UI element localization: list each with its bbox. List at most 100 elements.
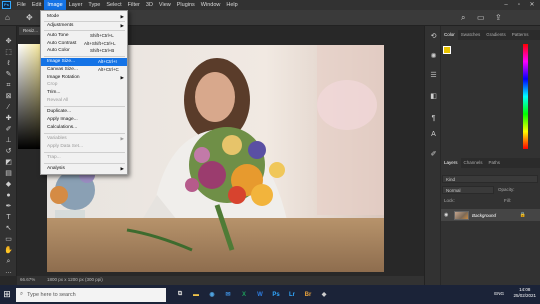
menu-image[interactable]: Image xyxy=(44,0,66,10)
blend-mode-select[interactable]: Normal xyxy=(442,186,494,194)
bridge-taskbar-icon[interactable]: Br xyxy=(300,285,316,304)
mail-icon[interactable]: ✉ xyxy=(220,285,236,304)
photoshop-taskbar-icon[interactable]: Ps xyxy=(268,285,284,304)
menu-analysis[interactable]: Analysis ▶ xyxy=(41,165,127,173)
hue-slider[interactable] xyxy=(523,44,528,149)
menu-type[interactable]: Type xyxy=(85,0,103,10)
tab-channels[interactable]: Channels xyxy=(461,158,486,168)
menu-auto-color[interactable]: Auto Color Shift+Ctrl+B xyxy=(41,47,127,55)
foreground-color-swatch[interactable] xyxy=(443,46,451,54)
menu-view[interactable]: View xyxy=(156,0,174,10)
menu-auto-tone[interactable]: Auto Tone Shift+Ctrl+L xyxy=(41,32,127,40)
menu-adjustments[interactable]: Adjustments ▶ xyxy=(41,22,127,30)
excel-icon[interactable]: X xyxy=(236,285,252,304)
gradient-tool-icon[interactable]: ▤ xyxy=(3,169,14,178)
menu-divider xyxy=(44,56,125,57)
fill-label: Fill: xyxy=(504,198,511,203)
pen-tool-icon[interactable]: ✒ xyxy=(3,202,14,211)
menu-duplicate[interactable]: Duplicate... xyxy=(41,108,127,116)
path-select-icon[interactable]: ↖ xyxy=(3,224,14,233)
marquee-tool-icon[interactable]: ⬚ xyxy=(3,48,14,57)
healing-brush-icon[interactable]: ✚ xyxy=(3,114,14,123)
frame-tool-icon[interactable]: ⊠ xyxy=(3,92,14,101)
close-icon[interactable]: ✕ xyxy=(526,0,538,10)
taskbar-search[interactable]: ⌕ Type here to search xyxy=(16,287,166,302)
brushes-icon[interactable]: ✐ xyxy=(429,150,438,159)
menu-reveal-all: Reveal All xyxy=(47,98,69,103)
menu-auto-contrast[interactable]: Auto Contrast Alt+Shift+Ctrl+L xyxy=(41,40,127,48)
tab-gradients[interactable]: Gradients xyxy=(483,30,509,40)
language-indicator[interactable]: ENG xyxy=(494,291,504,297)
chrome-icon[interactable]: ◉ xyxy=(204,285,220,304)
menu-calculations[interactable]: Calculations... xyxy=(41,124,127,132)
menu-trim[interactable]: Trim... xyxy=(41,89,127,97)
system-tray[interactable]: ENG 14:08 25/02/2021 xyxy=(494,285,536,304)
blur-tool-icon[interactable]: ◆ xyxy=(3,180,14,189)
dodge-tool-icon[interactable]: ● xyxy=(3,191,14,200)
libraries-icon[interactable]: ◧ xyxy=(429,92,438,101)
layer-row-background[interactable]: ◉ Background 🔒 xyxy=(441,209,540,221)
layer-thumbnail xyxy=(454,210,469,220)
move-tool-icon[interactable]: ✥ xyxy=(3,37,14,46)
menu-3d[interactable]: 3D xyxy=(143,0,156,10)
move-tool-icon[interactable]: ✥ xyxy=(26,13,33,22)
menu-image-rotation[interactable]: Image Rotation ▶ xyxy=(41,74,127,82)
adjustments-icon[interactable]: ✺ xyxy=(429,52,438,61)
menu-layer[interactable]: Layer xyxy=(66,0,86,10)
hand-tool-icon[interactable]: ✋ xyxy=(3,246,14,255)
more-tools-icon[interactable]: … xyxy=(3,267,14,276)
history-icon[interactable]: ⟲ xyxy=(429,32,438,41)
paragraph-icon[interactable]: ¶ xyxy=(429,114,438,123)
minimize-icon[interactable]: – xyxy=(500,0,512,10)
visibility-eye-icon[interactable]: ◉ xyxy=(444,212,448,218)
search-icon[interactable]: ⌕ xyxy=(461,13,465,23)
history-brush-icon[interactable]: ↺ xyxy=(3,147,14,156)
crop-tool-icon[interactable]: ⌗ xyxy=(3,81,14,90)
share-icon[interactable]: ⇪ xyxy=(495,13,502,22)
workspace-icon[interactable]: ▭ xyxy=(477,13,485,22)
menu-plugins[interactable]: Plugins xyxy=(174,0,198,10)
eyedropper-icon[interactable]: ⁄ xyxy=(3,103,14,112)
tab-color[interactable]: Color xyxy=(441,30,458,40)
menu-select[interactable]: Select xyxy=(103,0,124,10)
maximize-icon[interactable]: ▫ xyxy=(513,0,525,10)
word-icon[interactable]: W xyxy=(252,285,268,304)
menu-mode[interactable]: Mode ▶ xyxy=(41,13,127,21)
shape-tool-icon[interactable]: ▭ xyxy=(3,235,14,244)
menu-help[interactable]: Help xyxy=(223,0,240,10)
quick-select-icon[interactable]: ✎ xyxy=(3,70,14,79)
zoom-level[interactable]: 66.67% xyxy=(20,277,35,282)
submenu-arrow-icon: ▶ xyxy=(120,23,124,28)
tab-patterns[interactable]: Patterns xyxy=(509,30,532,40)
document-info: 1800 px x 1200 px (300 ppi) xyxy=(47,277,103,282)
windows-start-icon[interactable]: ⊞ xyxy=(0,285,14,304)
menu-canvas-size[interactable]: Canvas Size... Alt+Ctrl+C xyxy=(41,66,127,74)
brush-tool-icon[interactable]: ✐ xyxy=(3,125,14,134)
task-view-icon[interactable]: ⧉ xyxy=(172,285,188,304)
home-icon[interactable]: ⌂ xyxy=(5,13,10,22)
eraser-tool-icon[interactable]: ◩ xyxy=(3,158,14,167)
character-icon[interactable]: A xyxy=(429,130,438,139)
lock-icon[interactable]: 🔒 xyxy=(520,212,526,218)
tab-layers[interactable]: Layers xyxy=(441,158,461,168)
lasso-tool-icon[interactable]: ℓ xyxy=(3,59,14,68)
menu-edit[interactable]: Edit xyxy=(29,0,44,10)
tab-swatches[interactable]: Swatches xyxy=(458,30,484,40)
file-explorer-icon[interactable]: ▬ xyxy=(188,285,204,304)
type-tool-icon[interactable]: T xyxy=(3,213,14,222)
menu-window[interactable]: Window xyxy=(198,0,224,10)
menu-image-size[interactable]: Image Size... Alt+Ctrl+I xyxy=(41,58,127,66)
menu-divider xyxy=(44,152,125,153)
app-icon[interactable]: ◆ xyxy=(316,285,332,304)
submenu-arrow-icon: ▶ xyxy=(120,136,124,141)
search-placeholder: Type here to search xyxy=(27,291,76,298)
stamp-tool-icon[interactable]: ⊥ xyxy=(3,136,14,145)
tab-paths[interactable]: Paths xyxy=(486,158,504,168)
menu-apply-image[interactable]: Apply Image... xyxy=(41,116,127,124)
properties-icon[interactable]: ☰ xyxy=(429,71,438,80)
menu-file[interactable]: File xyxy=(14,0,29,10)
layer-filter-kind[interactable]: Kind xyxy=(442,175,538,183)
zoom-tool-icon[interactable]: ⌕ xyxy=(3,257,14,266)
menu-filter[interactable]: Filter xyxy=(125,0,143,10)
lightroom-taskbar-icon[interactable]: Lr xyxy=(284,285,300,304)
